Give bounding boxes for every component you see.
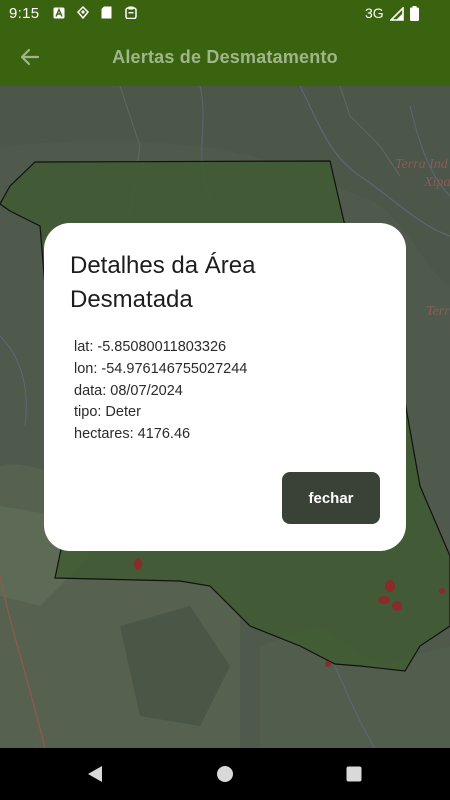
home-circle-icon[interactable] (213, 762, 237, 786)
back-triangle-icon[interactable] (83, 762, 107, 786)
latitude-text: lat: -5.85080011803326 (74, 339, 227, 355)
system-nav-bar (0, 748, 450, 800)
longitude-text: lon: -54.976146755027244 (74, 360, 248, 377)
hectares-text: hectares: 4176.46 (74, 426, 191, 443)
details-dialog: Detalhes da Área Desmatada lat: -5.85080… (44, 223, 406, 551)
type-text: tipo: Deter (74, 404, 141, 421)
recents-square-icon[interactable] (342, 762, 366, 786)
date-text: data: 08/07/2024 (74, 382, 183, 399)
close-button[interactable]: fechar (282, 472, 380, 524)
details-list: lat: -5.85080011803326 lon: -54.97614675… (74, 337, 247, 446)
dialog-title: Detalhes da Área Desmatada (70, 252, 256, 313)
